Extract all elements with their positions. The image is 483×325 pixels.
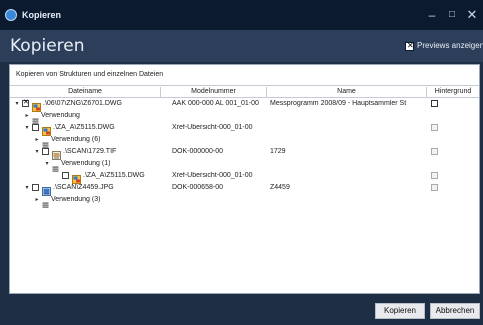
chevron-down-icon[interactable]: ▾ (24, 124, 30, 132)
window-title: Kopieren (22, 10, 62, 20)
chevron-right-icon[interactable]: ▸ (34, 196, 40, 204)
name-cell: Messprogramm 2008/09 - Hauptsammler St (270, 100, 407, 107)
table-row[interactable]: ▾ .\SCAN\1729.TIF DOK-000000-00 1729 (10, 146, 479, 160)
row-checkbox[interactable] (32, 124, 39, 131)
reference-icon (42, 196, 49, 208)
chevron-down-icon[interactable]: ▾ (44, 160, 50, 168)
reference-icon (52, 160, 59, 172)
filename-cell: Verwendung (41, 112, 80, 119)
filename-cell: Verwendung (6) (51, 136, 101, 143)
filename-cell: .\SCAN\1729.TIF (63, 148, 117, 155)
column-header-dateiname[interactable]: Dateiname (10, 88, 160, 95)
filename-cell: Verwendung (1) (61, 160, 111, 167)
column-header-modelnummer[interactable]: Modelnummer (161, 88, 266, 95)
chevron-down-icon[interactable]: ▾ (14, 100, 20, 108)
chevron-down-icon[interactable]: ▾ (24, 184, 30, 192)
hintergrund-checkbox (431, 148, 438, 155)
model-cell: AAK 000-000 AL 001_01-00 (172, 100, 259, 107)
model-cell: DOK-000658-00 (172, 184, 223, 191)
file-tree-table: Dateiname Modelnummer Name Hintergrund ▾… (10, 87, 479, 293)
chevron-down-icon[interactable]: ▾ (34, 148, 40, 156)
jpg-file-icon (42, 183, 51, 196)
kopieren-window: Kopieren – □ ✕ Kopieren Previews anzeige… (0, 0, 483, 325)
filename-cell: .\SCAN\Z4459.JPG (53, 184, 114, 191)
content-panel: Kopieren von Strukturen und einzelnen Da… (9, 64, 480, 294)
reference-icon (32, 112, 39, 124)
kopieren-button[interactable]: Kopieren (375, 303, 425, 319)
previews-label[interactable]: Previews anzeigen (417, 41, 483, 50)
close-button[interactable]: ✕ (463, 6, 481, 24)
column-header-hintergrund[interactable]: Hintergrund (427, 88, 479, 95)
table-row[interactable]: ▾ .\06\07\ZNG\Z6701.DWG AAK 000-000 AL 001… (10, 98, 479, 112)
reference-icon (42, 136, 49, 148)
dialog-title: Kopieren (10, 36, 85, 56)
column-header-name[interactable]: Name (267, 88, 426, 95)
filename-cell: Verwendung (3) (51, 196, 101, 203)
abbrechen-button[interactable]: Abbrechen (430, 303, 480, 319)
table-header: Dateiname Modelnummer Name Hintergrund (10, 87, 479, 98)
dwg-file-icon (42, 123, 51, 136)
table-row[interactable]: ▸ Verwendung (10, 110, 479, 124)
table-row[interactable]: ▸ Verwendung (3) (10, 194, 479, 208)
row-checkbox[interactable] (42, 148, 49, 155)
name-cell: Z4459 (270, 184, 290, 191)
chevron-right-icon[interactable]: ▸ (34, 136, 40, 144)
table-row[interactable]: ▾ .\SCAN\Z4459.JPG DOK-000658-00 Z4459 (10, 182, 479, 196)
dwg-file-icon (72, 171, 81, 184)
app-icon (5, 9, 17, 21)
filename-cell: .\ZA_A\Z5115.DWG (53, 124, 115, 131)
model-cell: Xref-Übersicht-000_01-00 (172, 172, 253, 179)
model-cell: DOK-000000-00 (172, 148, 223, 155)
title-bar[interactable]: Kopieren – □ ✕ (0, 0, 483, 30)
row-checkbox[interactable] (32, 184, 39, 191)
dialog-header: Kopieren Previews anzeigen (0, 30, 483, 62)
hintergrund-checkbox[interactable] (431, 100, 438, 107)
table-row[interactable]: ▾ .\ZA_A\Z5115.DWG Xref-Übersicht-000_01-0… (10, 122, 479, 136)
filename-cell: .\06\07\ZNG\Z6701.DWG (43, 100, 122, 107)
minimize-button[interactable]: – (423, 6, 441, 24)
subheading: Kopieren von Strukturen und einzelnen Da… (16, 71, 164, 78)
model-cell: Xref-Übersicht-000_01-00 (172, 124, 253, 131)
table-row[interactable]: .\ZA_A\Z5115.DWG Xref-Übersicht-000_01-00 (10, 170, 479, 184)
row-checkbox[interactable] (22, 98, 29, 107)
hintergrund-checkbox (431, 124, 438, 131)
previews-checkbox[interactable] (405, 41, 414, 51)
dialog-footer: Kopieren Abbrechen (0, 296, 483, 325)
table-row[interactable]: ▸ Verwendung (6) (10, 134, 479, 148)
table-row[interactable]: ▾ Verwendung (1) (10, 158, 479, 172)
tif-file-icon (52, 147, 61, 160)
hintergrund-checkbox (431, 184, 438, 191)
chevron-right-icon[interactable]: ▸ (24, 112, 30, 120)
hintergrund-checkbox (431, 172, 438, 179)
row-checkbox[interactable] (62, 172, 69, 179)
name-cell: 1729 (270, 148, 286, 155)
divider (10, 85, 479, 86)
dwg-file-icon (32, 99, 41, 112)
filename-cell: .\ZA_A\Z5115.DWG (83, 172, 145, 179)
maximize-button[interactable]: □ (443, 6, 461, 24)
